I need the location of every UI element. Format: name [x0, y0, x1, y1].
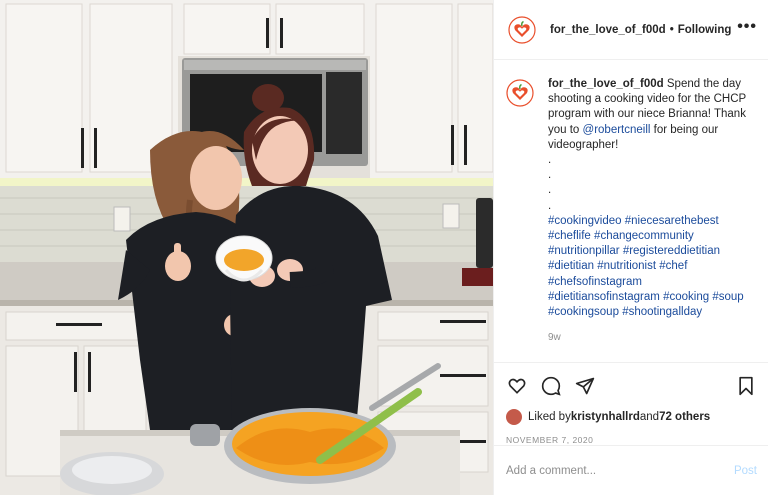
heart-icon[interactable]	[506, 375, 528, 397]
share-icon[interactable]	[574, 375, 596, 397]
action-icons	[506, 363, 757, 409]
hashtag-link[interactable]: #changecommunity	[594, 230, 694, 242]
following-button[interactable]: Following	[678, 24, 732, 36]
post-header: for_the_love_of_f00d • Following •••	[494, 0, 768, 60]
avatar[interactable]	[508, 15, 536, 44]
hashtag-link[interactable]: #soup	[712, 291, 743, 303]
comment-icon[interactable]	[540, 375, 562, 397]
hashtag-link[interactable]: #cookingvideo	[548, 215, 622, 227]
caption: for_the_love_of_f00d Spend the day shoot…	[506, 77, 757, 345]
hashtag-link[interactable]: #cheflife	[548, 230, 591, 242]
caption-text: for_the_love_of_f00d Spend the day shoot…	[548, 77, 757, 345]
likes-count-link[interactable]: 72 others	[659, 411, 710, 423]
hashtag-link[interactable]: #chef	[659, 260, 687, 272]
hashtag-link[interactable]: #cookingsoup	[548, 306, 619, 318]
hashtag-link[interactable]: #registereddietitian	[623, 245, 720, 257]
post-sidebar: for_the_love_of_f00d • Following ••• for…	[493, 0, 768, 495]
bookmark-icon[interactable]	[735, 375, 757, 397]
add-comment-bar: Post	[494, 445, 768, 495]
caption-dot: .	[548, 199, 552, 212]
caption-dot: .	[548, 184, 552, 197]
post-date[interactable]: NOVEMBER 7, 2020	[506, 435, 757, 445]
caption-dot: .	[548, 169, 552, 182]
liker-avatar[interactable]	[506, 409, 522, 425]
hashtag-link[interactable]: #niecesarethebest	[625, 215, 719, 227]
header-separator: •	[669, 23, 674, 36]
hashtag-link[interactable]: #cooking	[663, 291, 709, 303]
post-comment-button[interactable]: Post	[734, 465, 757, 477]
instagram-post: for_the_love_of_f00d • Following ••• for…	[0, 0, 768, 495]
caption-username-link[interactable]: for_the_love_of_f00d	[548, 78, 664, 90]
hashtag-link[interactable]: #nutritionist	[597, 260, 656, 272]
comment-input[interactable]	[506, 464, 734, 477]
caption-time-ago[interactable]: 9w	[548, 330, 757, 345]
hashtag-link[interactable]: #shootingallday	[622, 306, 702, 318]
caption-dot: .	[548, 154, 552, 167]
comments-section: for_the_love_of_f00d Spend the day shoot…	[494, 61, 768, 361]
liker-username-link[interactable]: kristynhallrd	[571, 411, 640, 423]
hashtag-link[interactable]: #nutritionpillar	[548, 245, 620, 257]
likes-middle: and	[639, 411, 660, 423]
likes-prefix: Liked by	[528, 411, 571, 423]
hashtag-link[interactable]: #chefsofinstagram	[548, 276, 642, 288]
hashtag-link[interactable]: #dietitiansofinstagram	[548, 291, 660, 303]
ellipsis-icon[interactable]: •••	[737, 19, 757, 35]
likes-summary: Liked by kristynhallrd and 72 others	[506, 409, 757, 425]
header-username-link[interactable]: for_the_love_of_f00d	[550, 24, 666, 36]
heart-logo-icon	[506, 79, 534, 107]
caption-avatar[interactable]	[506, 79, 534, 107]
mention-link[interactable]: @robertcneill	[583, 124, 651, 136]
post-actions: Liked by kristynhallrd and 72 others NOV…	[494, 362, 768, 445]
heart-logo-icon	[508, 15, 536, 44]
hashtag-link[interactable]: #dietitian	[548, 260, 594, 272]
post-photo[interactable]	[0, 0, 493, 495]
kitchen-photo-illustration	[0, 0, 493, 495]
